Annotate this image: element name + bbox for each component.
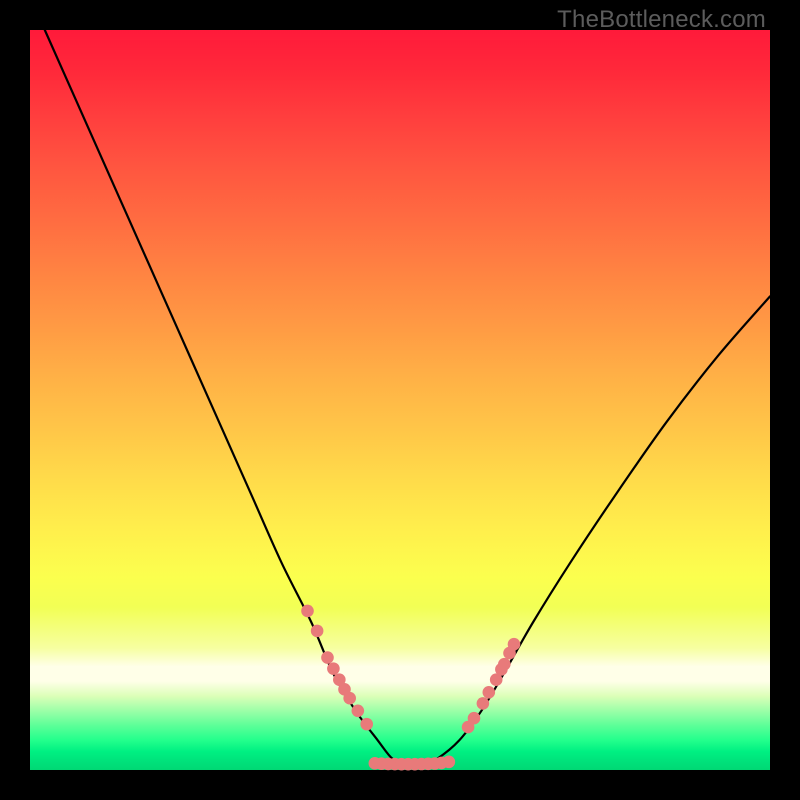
bottleneck-curve [45,30,770,766]
data-dot [483,686,496,699]
data-dot [443,756,456,769]
dot-cluster-right [462,638,520,733]
data-dot [301,605,314,618]
data-dot [343,692,356,705]
data-dot [360,718,373,731]
data-dot [498,658,511,671]
watermark-text: TheBottleneck.com [557,6,766,34]
data-dot [311,625,324,638]
data-dot [477,697,490,710]
dot-band-bottom [369,756,456,771]
chart-frame: TheBottleneck.com [0,0,800,800]
data-dot [508,638,521,651]
data-dot [327,662,340,675]
data-dot [321,651,334,664]
data-dot [352,705,365,718]
chart-svg [30,30,770,770]
data-dot [468,712,481,725]
plot-area [30,30,770,770]
